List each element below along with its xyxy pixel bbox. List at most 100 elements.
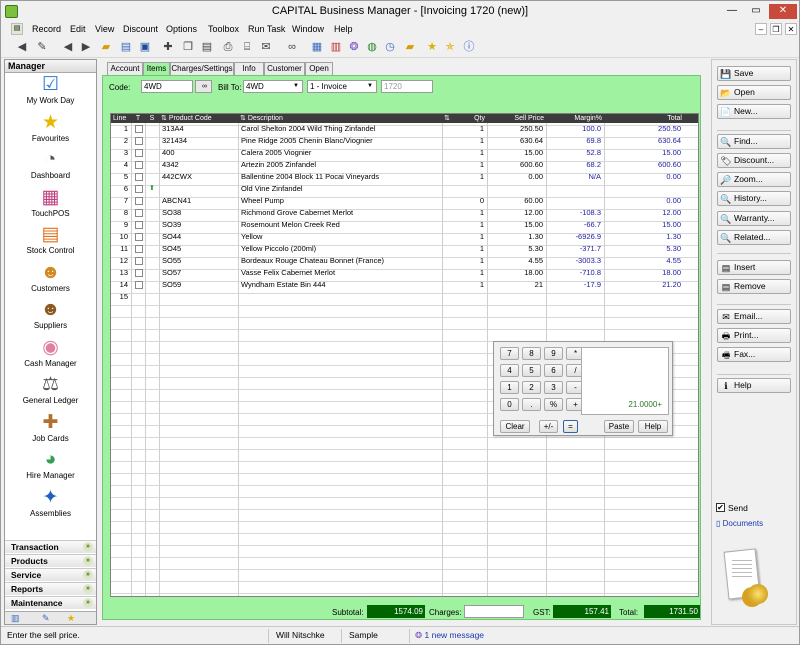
child-close-button[interactable]: ✕: [785, 23, 797, 35]
document-type-select[interactable]: 1 - Invoice ▼: [307, 80, 377, 93]
calc-equals-button[interactable]: =: [563, 420, 578, 433]
folder-icon[interactable]: ▰: [403, 40, 417, 54]
calc-plus-minus-button[interactable]: +/-: [539, 420, 558, 433]
tab-customer[interactable]: Customer: [264, 62, 305, 75]
open-folder-icon[interactable]: ▰: [99, 40, 113, 54]
table-row[interactable]: 2 321434 Pine Ridge 2005 Chenin Blanc/Viog…: [111, 135, 698, 147]
t-checkbox[interactable]: [135, 233, 143, 241]
calc-help-button[interactable]: Help: [638, 420, 668, 433]
menu-help[interactable]: Help: [334, 24, 353, 34]
nav-item-cash-manager[interactable]: ◉ Cash Manager: [5, 337, 96, 374]
column-qty[interactable]: ⇅ Qty: [442, 114, 487, 123]
calc-key-4[interactable]: 4: [500, 364, 519, 377]
pin-icon[interactable]: ✎: [35, 40, 49, 54]
category-transaction[interactable]: Transaction »: [5, 540, 96, 553]
table-row[interactable]: 8 SO38 Richmond Grove Cabernet Merlot 1 12.0…: [111, 207, 698, 219]
table-row[interactable]: 9 SO39 Rosemount Melon Creek Red 1 15.00 -66.…: [111, 219, 698, 231]
table-row[interactable]: 6 Old Vine Zinfandel ⬆: [111, 183, 698, 195]
arrow-right-icon[interactable]: ▶: [79, 40, 93, 54]
clock-icon[interactable]: ◷: [383, 40, 397, 54]
column-sell-price[interactable]: Sell Price: [487, 114, 546, 123]
table-row[interactable]: 12 SO55 Bordeaux Rouge Chateau Bonnet (Fra…: [111, 255, 698, 267]
column-line[interactable]: Line: [111, 114, 131, 123]
print-icon[interactable]: ⎙: [221, 40, 235, 54]
nav-item-hire-manager[interactable]: ◕ Hire Manager: [5, 449, 96, 486]
table-row[interactable]: 13 SO57 Vasse Felix Cabernet Merlot 1 18.00 -…: [111, 267, 698, 279]
calc-paste-button[interactable]: Paste: [604, 420, 634, 433]
t-checkbox[interactable]: [135, 281, 143, 289]
t-checkbox[interactable]: [135, 221, 143, 229]
nav-item-stock-control[interactable]: ▤ Stock Control: [5, 224, 96, 261]
menu-run-task[interactable]: Run Task: [248, 24, 285, 34]
attachment-icon[interactable]: ✎: [42, 613, 50, 624]
tab-account[interactable]: Account: [107, 62, 143, 75]
calendar-icon[interactable]: ▥: [329, 40, 343, 54]
calc-key-7[interactable]: 7: [500, 347, 519, 360]
child-minimize-button[interactable]: –: [755, 23, 767, 35]
code-input[interactable]: 4WD: [141, 80, 193, 93]
related-button[interactable]: 🔍 Related...: [717, 230, 791, 245]
category-products[interactable]: Products »: [5, 554, 96, 567]
nav-item-customers[interactable]: ☻ Customers: [5, 262, 96, 299]
t-checkbox[interactable]: [135, 257, 143, 265]
nav-item-suppliers[interactable]: ☻ Suppliers: [5, 299, 96, 336]
table-row[interactable]: 15: [111, 291, 698, 303]
documents-link[interactable]: ▯ Documents: [716, 519, 763, 528]
info-icon[interactable]: ⓘ: [462, 40, 476, 54]
maximize-button[interactable]: ▭: [745, 4, 767, 19]
nav-item-dashboard[interactable]: ◔ Dashboard: [5, 149, 96, 186]
table-row[interactable]: 5 442CWX Ballentine 2004 Block 11 Pocai Vi…: [111, 171, 698, 183]
t-checkbox[interactable]: [135, 149, 143, 157]
menu-edit[interactable]: Edit: [70, 24, 86, 34]
calc-key-5[interactable]: 5: [522, 364, 541, 377]
star-icon[interactable]: ★: [425, 40, 439, 54]
calc-clear-button[interactable]: Clear: [500, 420, 530, 433]
new-button[interactable]: 📄 New...: [717, 104, 791, 119]
menu-view[interactable]: View: [95, 24, 114, 34]
copy-icon[interactable]: ❐: [181, 40, 195, 54]
new-doc-icon[interactable]: ▤: [119, 40, 133, 54]
nav-item-touchpos[interactable]: ▦ TouchPOS: [5, 187, 96, 224]
column-product-code[interactable]: ⇅ Product Code: [159, 114, 238, 123]
calc-key-6[interactable]: 6: [544, 364, 563, 377]
t-checkbox[interactable]: [135, 125, 143, 133]
t-checkbox[interactable]: [135, 197, 143, 205]
child-restore-button[interactable]: ❐: [770, 23, 782, 35]
history-button[interactable]: 🔍 History...: [717, 191, 791, 206]
back-circle-icon[interactable]: ◀: [15, 40, 29, 54]
code-lookup-icon[interactable]: ∞: [195, 80, 212, 93]
table-row[interactable]: 11 SO45 Yellow Piccolo (200ml) 1 5.30 -371.7 5…: [111, 243, 698, 255]
column-total[interactable]: Total: [604, 114, 684, 123]
t-checkbox[interactable]: [135, 161, 143, 169]
category-reports[interactable]: Reports »: [5, 582, 96, 595]
favourites-star-icon[interactable]: ★: [67, 613, 75, 624]
minimize-button[interactable]: —: [721, 4, 743, 19]
calc-key-9[interactable]: 9: [544, 347, 563, 360]
calc-key-dot[interactable]: .: [522, 398, 541, 411]
charges-field[interactable]: [464, 605, 524, 618]
insert-button[interactable]: ▤ Insert: [717, 260, 791, 275]
table-row[interactable]: 14 SO59 Wyndham Estate Bin 444 1 21 -17.9 21.2…: [111, 279, 698, 291]
t-checkbox[interactable]: [135, 173, 143, 181]
calc-key-1[interactable]: 1: [500, 381, 519, 394]
email-button[interactable]: ✉ Email...: [717, 309, 791, 324]
line-items-grid[interactable]: Line T S ⇅ Product Code ⇅ Description ⇅ Q…: [110, 113, 699, 597]
nav-item-general-ledger[interactable]: ⚖ General Ledger: [5, 374, 96, 411]
column-t[interactable]: T: [131, 114, 145, 123]
arrow-left-icon[interactable]: ◀: [61, 40, 75, 54]
paste-icon[interactable]: ▤: [200, 40, 214, 54]
calc-key-0[interactable]: 0: [500, 398, 519, 411]
zoom-button[interactable]: 🔎 Zoom...: [717, 172, 791, 187]
print-button[interactable]: 🖶 Print...: [717, 328, 791, 343]
nav-item-favourites[interactable]: ★ Favourites: [5, 112, 96, 149]
discount-button[interactable]: 🏷 Discount...: [717, 153, 791, 168]
column-s[interactable]: S: [145, 114, 159, 123]
star-add-icon[interactable]: ✯: [443, 40, 457, 54]
calc-key-8[interactable]: 8: [522, 347, 541, 360]
remove-button[interactable]: ▤ Remove: [717, 279, 791, 294]
menu-options[interactable]: Options: [166, 24, 197, 34]
email-icon[interactable]: ✉: [259, 40, 273, 54]
nav-item-my-work-day[interactable]: ☑ My Work Day: [5, 74, 96, 111]
fax-button[interactable]: 🖷 Fax...: [717, 347, 791, 362]
messages-link[interactable]: ❂ 1 new message: [415, 630, 484, 641]
